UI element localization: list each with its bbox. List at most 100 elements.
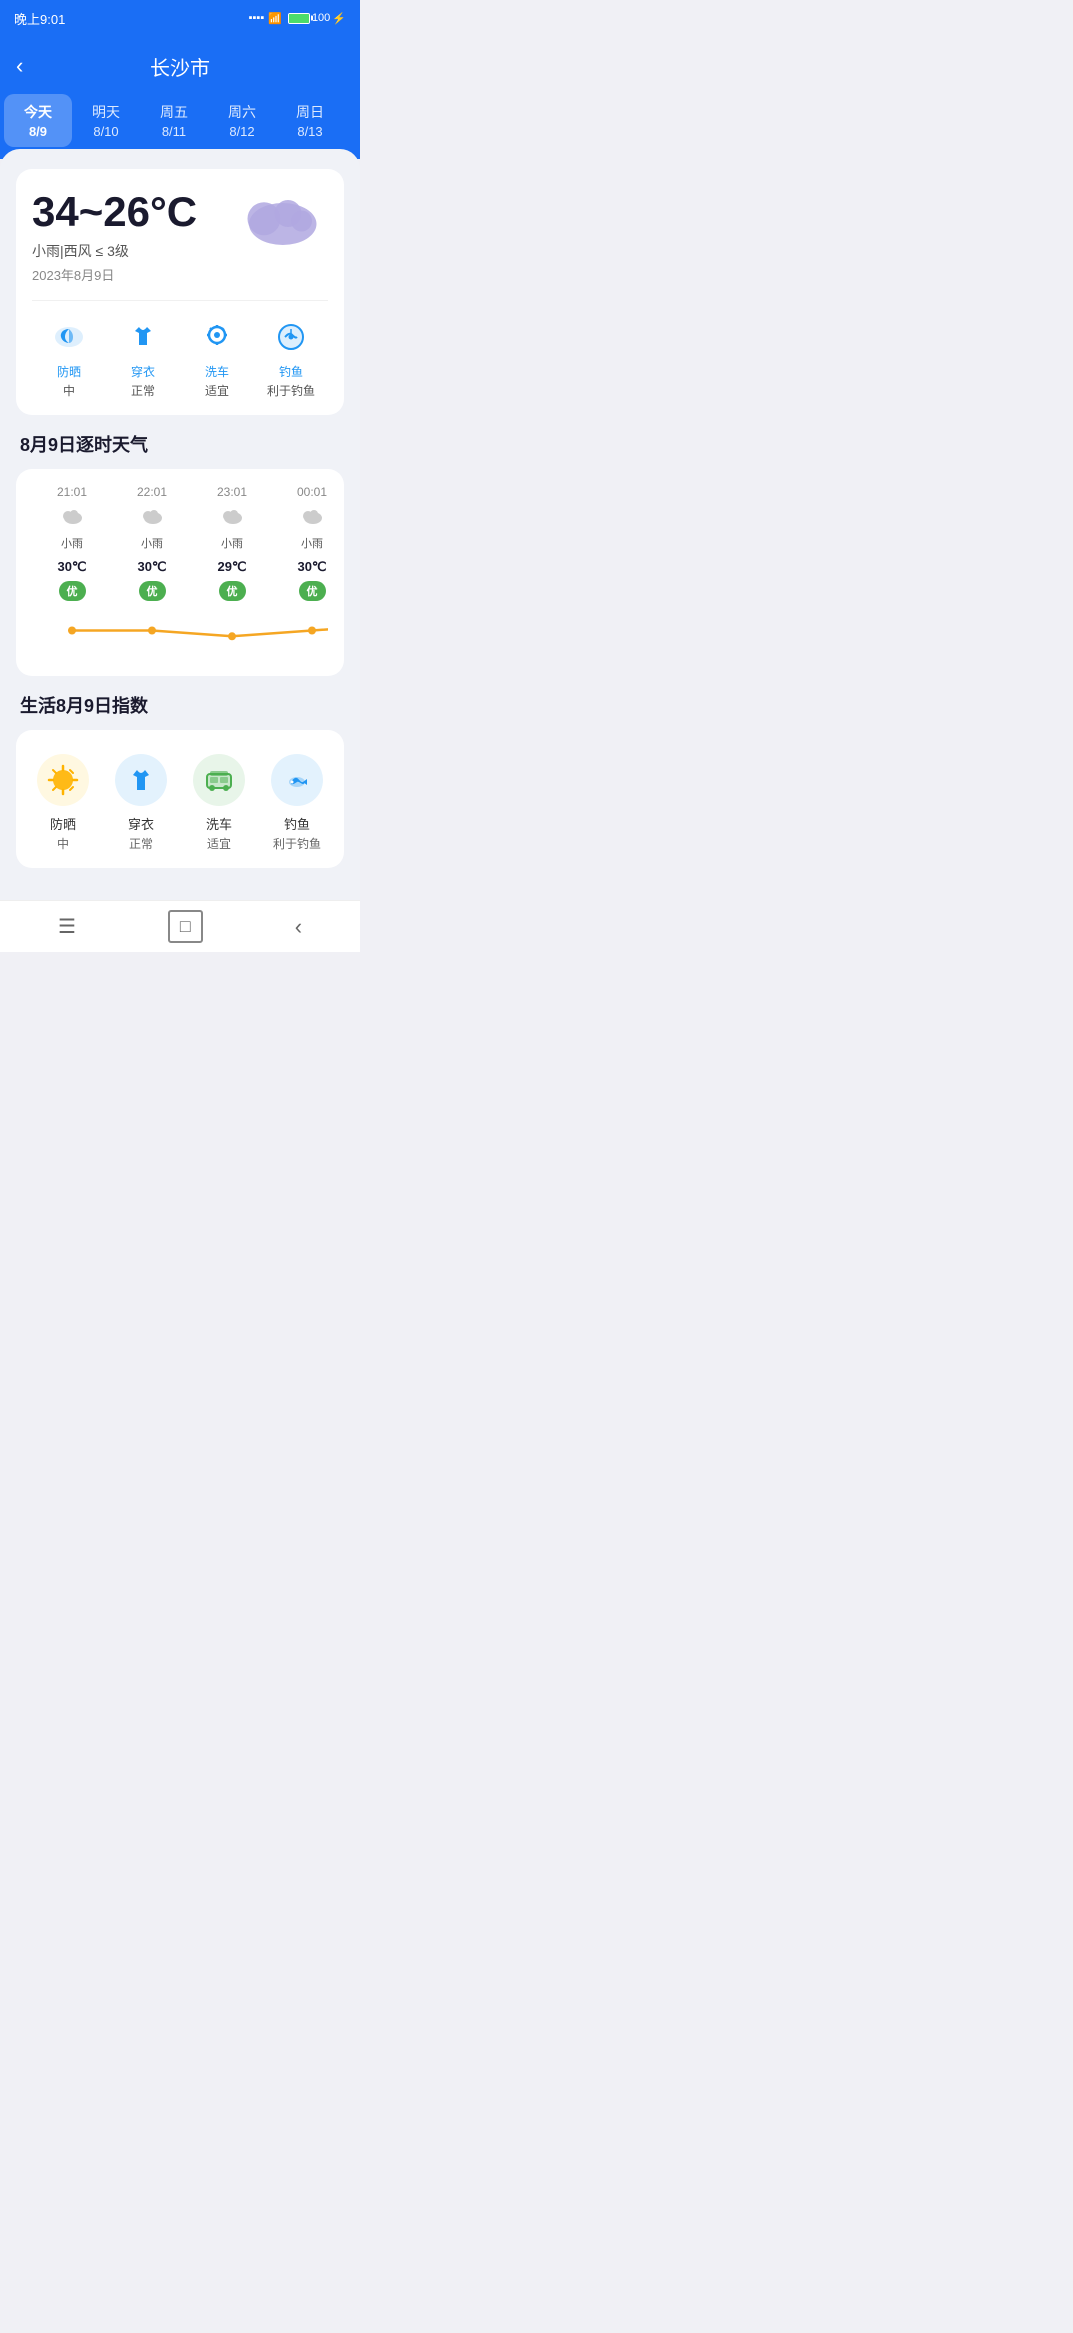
- hourly-temp-0: 30℃: [32, 559, 112, 575]
- hourly-temp-3: 30℃: [272, 559, 344, 575]
- home-button[interactable]: □: [168, 910, 203, 943]
- tab-tomorrow-date: 8/10: [78, 124, 134, 139]
- carwash-value: 适宜: [180, 382, 254, 399]
- sunscreen-label: 防晒: [32, 363, 106, 380]
- hourly-time-0: 21:01: [32, 485, 112, 499]
- fishing-value: 利于钓鱼: [254, 382, 328, 399]
- hourly-icon-3: [272, 507, 344, 531]
- life-item-fishing: 钓鱼 利于钓鱼: [266, 754, 328, 852]
- header: ‹ 长沙市: [0, 36, 360, 86]
- tab-fri-day: 周五: [146, 102, 202, 122]
- life-index-grid: 防晒 中 穿衣 正常: [32, 754, 328, 852]
- main-content: 34~26°C 小雨|西风 ≤ 3级 2023年8月9日 防晒 中: [0, 149, 360, 900]
- hourly-item-0: 21:01 小雨 30℃ 优: [32, 485, 112, 601]
- battery-percent: 100: [312, 12, 330, 24]
- carwash-icon: [197, 317, 237, 357]
- tab-tomorrow[interactable]: 明天 8/10: [72, 94, 140, 147]
- clothing-icon: [123, 317, 163, 357]
- back-nav-button[interactable]: ‹: [271, 906, 326, 948]
- charging-icon: ⚡: [332, 12, 346, 25]
- life-item-clothing: 穿衣 正常: [110, 754, 172, 852]
- tab-sat-date: 8/12: [214, 124, 270, 139]
- life-name-fishing: 钓鱼: [266, 814, 328, 833]
- weather-card: 34~26°C 小雨|西风 ≤ 3级 2023年8月9日 防晒 中: [16, 169, 344, 415]
- quick-index-fishing: 钓鱼 利于钓鱼: [254, 317, 328, 399]
- hourly-icon-1: [112, 507, 192, 531]
- hourly-icon-2: [192, 507, 272, 531]
- tab-today-day: 今天: [10, 102, 66, 122]
- battery-icon: [288, 13, 310, 24]
- cloud-illustration: [234, 185, 324, 245]
- hourly-weather-card: 21:01 小雨 30℃ 优 22:01: [16, 469, 344, 676]
- hourly-time-2: 23:01: [192, 485, 272, 499]
- hourly-quality-3: 优: [299, 581, 326, 601]
- life-value-fishing: 利于钓鱼: [266, 835, 328, 852]
- tab-today-date: 8/9: [10, 124, 66, 139]
- status-time: 晚上9:01: [14, 9, 65, 28]
- life-name-clothing: 穿衣: [110, 814, 172, 833]
- tab-today[interactable]: 今天 8/9: [4, 94, 72, 147]
- fishing-icon: [271, 317, 311, 357]
- weather-date: 2023年8月9日: [32, 265, 328, 284]
- life-section-card: 防晒 中 穿衣 正常: [16, 730, 344, 868]
- battery-indicator: 100 ⚡: [286, 12, 346, 25]
- hourly-temp-2: 29℃: [192, 559, 272, 575]
- quick-index-sunscreen: 防晒 中: [32, 317, 106, 399]
- clothing-value: 正常: [106, 382, 180, 399]
- tab-mon[interactable]: 周一 8/14: [344, 94, 360, 147]
- quick-index-row: 防晒 中 穿衣 正常: [32, 300, 328, 399]
- sunscreen-icon: [49, 317, 89, 357]
- life-name-carwash: 洗车: [188, 814, 250, 833]
- temp-chart: [32, 605, 328, 660]
- status-icons: ▪▪▪▪ 📶 100 ⚡: [249, 12, 346, 25]
- hourly-time-3: 00:01: [272, 485, 344, 499]
- tab-mon-day: 周一: [350, 102, 360, 122]
- life-icon-carwash: [193, 754, 245, 806]
- hourly-cond-0: 小雨: [32, 535, 112, 551]
- tab-sat-day: 周六: [214, 102, 270, 122]
- hourly-temp-1: 30℃: [112, 559, 192, 575]
- hourly-cond-3: 小雨: [272, 535, 344, 551]
- hourly-quality-1: 优: [139, 581, 166, 601]
- life-section-title: 生活8月9日指数: [16, 692, 344, 718]
- tab-sun-date: 8/13: [282, 124, 338, 139]
- sunscreen-value: 中: [32, 382, 106, 399]
- hourly-section-title: 8月9日逐时天气: [16, 431, 344, 457]
- carwash-label: 洗车: [180, 363, 254, 380]
- life-item-sunscreen: 防晒 中: [32, 754, 94, 852]
- bottom-nav: ☰ □ ‹: [0, 900, 360, 952]
- hourly-cond-2: 小雨: [192, 535, 272, 551]
- status-bar: 晚上9:01 ▪▪▪▪ 📶 100 ⚡: [0, 0, 360, 36]
- tab-fri-date: 8/11: [146, 124, 202, 139]
- clothing-label: 穿衣: [106, 363, 180, 380]
- life-name-sunscreen: 防晒: [32, 814, 94, 833]
- menu-button[interactable]: ☰: [34, 906, 100, 947]
- tab-sat[interactable]: 周六 8/12: [208, 94, 276, 147]
- tab-fri[interactable]: 周五 8/11: [140, 94, 208, 147]
- wifi-icon: 📶: [268, 12, 282, 25]
- tab-tomorrow-day: 明天: [78, 102, 134, 122]
- hourly-quality-0: 优: [59, 581, 86, 601]
- life-icon-clothing: [115, 754, 167, 806]
- life-value-clothing: 正常: [110, 835, 172, 852]
- quick-index-clothing: 穿衣 正常: [106, 317, 180, 399]
- life-icon-fishing: [271, 754, 323, 806]
- tab-sun-day: 周日: [282, 102, 338, 122]
- page-title: 长沙市: [150, 52, 210, 81]
- hourly-quality-2: 优: [219, 581, 246, 601]
- hourly-row: 21:01 小雨 30℃ 优 22:01: [32, 485, 344, 601]
- life-value-carwash: 适宜: [188, 835, 250, 852]
- tab-mon-date: 8/14: [350, 124, 360, 139]
- hourly-item-1: 22:01 小雨 30℃ 优: [112, 485, 192, 601]
- hourly-item-2: 23:01 小雨 29℃ 优: [192, 485, 272, 601]
- life-value-sunscreen: 中: [32, 835, 94, 852]
- hourly-cond-1: 小雨: [112, 535, 192, 551]
- tab-sun[interactable]: 周日 8/13: [276, 94, 344, 147]
- life-item-carwash: 洗车 适宜: [188, 754, 250, 852]
- signal-icon: ▪▪▪▪: [249, 12, 265, 24]
- hourly-icon-0: [32, 507, 112, 531]
- fishing-label: 钓鱼: [254, 363, 328, 380]
- hourly-time-1: 22:01: [112, 485, 192, 499]
- quick-index-carwash: 洗车 适宜: [180, 317, 254, 399]
- back-button[interactable]: ‹: [16, 53, 23, 79]
